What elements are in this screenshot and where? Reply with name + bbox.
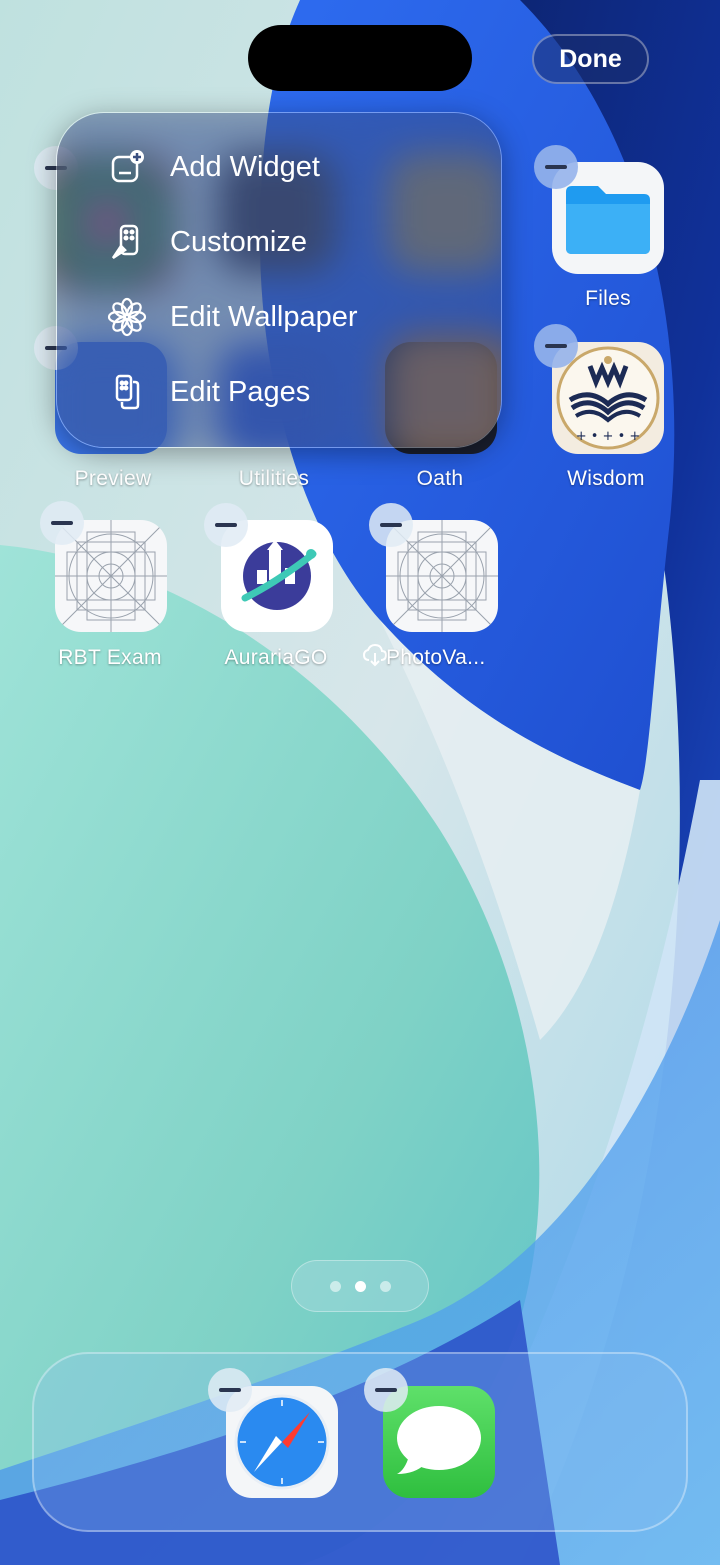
menu-item-edit-pages[interactable]: Edit Pages bbox=[107, 362, 310, 422]
remove-files-button[interactable] bbox=[534, 145, 578, 189]
menu-item-customize[interactable]: Customize bbox=[107, 212, 307, 272]
app-label-files: Files bbox=[585, 287, 631, 310]
customize-icon bbox=[107, 222, 147, 262]
page-dot bbox=[379, 1280, 391, 1292]
remove-safari-button[interactable] bbox=[208, 1368, 252, 1412]
page-dot-active bbox=[354, 1280, 366, 1292]
home-screen-context-menu: Add Widget Customize Edit Wallpaper Edit… bbox=[56, 112, 502, 448]
remove-rbt-exam-button[interactable] bbox=[40, 501, 84, 545]
app-label-utilities: Utilities bbox=[238, 467, 310, 490]
app-label-preview: Preview bbox=[74, 467, 152, 490]
menu-item-add-widget[interactable]: Add Widget bbox=[107, 137, 320, 197]
remove-wisdom-button[interactable] bbox=[534, 324, 578, 368]
remove-photovault-button[interactable] bbox=[369, 503, 413, 547]
menu-item-edit-wallpaper[interactable]: Edit Wallpaper bbox=[107, 287, 358, 347]
app-label-wisdom: Wisdom bbox=[567, 467, 645, 490]
svg-text:+ • + • +: + • + • + bbox=[576, 429, 641, 444]
app-label-rbt-exam: RBT Exam bbox=[58, 646, 162, 669]
done-button[interactable]: Done bbox=[532, 34, 649, 84]
app-label-auraria-go: AurariaGO bbox=[224, 646, 328, 669]
dynamic-island bbox=[248, 25, 472, 91]
page-indicator[interactable] bbox=[291, 1260, 429, 1312]
edit-wallpaper-icon bbox=[107, 297, 147, 337]
dock bbox=[32, 1352, 688, 1532]
edit-pages-icon bbox=[107, 372, 147, 412]
icloud-download-icon bbox=[362, 642, 388, 668]
remove-messages-button[interactable] bbox=[364, 1368, 408, 1412]
page-dot bbox=[329, 1280, 341, 1292]
remove-auraria-go-button[interactable] bbox=[204, 503, 248, 547]
app-label-oath: Oath bbox=[416, 467, 464, 490]
app-label-photovault: PhotoVa... bbox=[386, 646, 486, 669]
add-widget-icon bbox=[107, 147, 147, 187]
